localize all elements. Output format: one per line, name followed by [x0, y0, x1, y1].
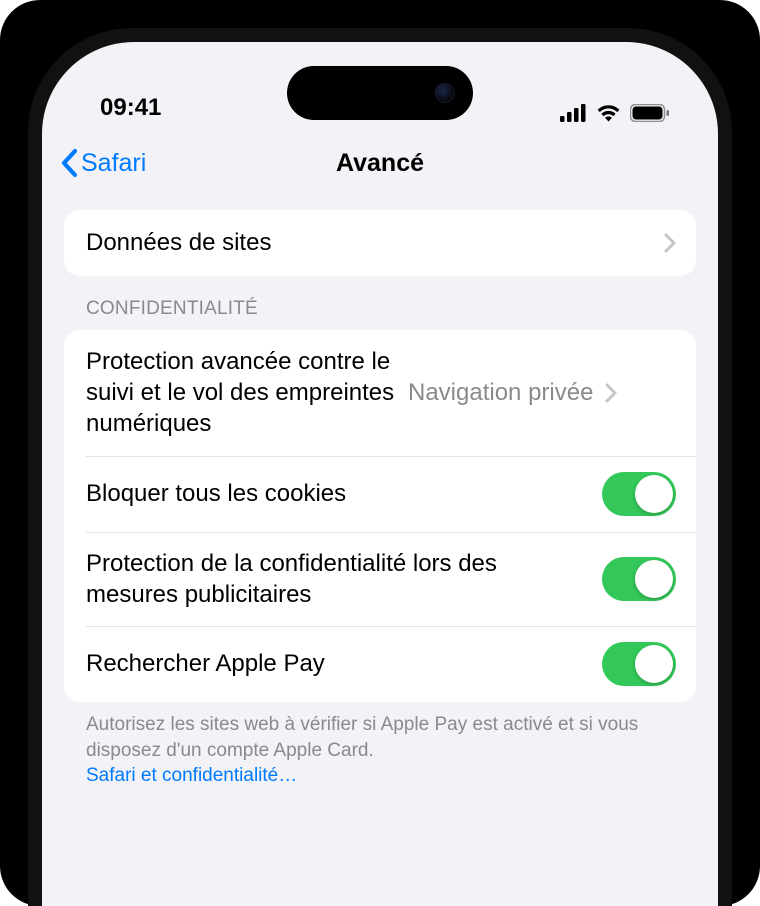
status-time: 09:41	[100, 94, 161, 122]
site-data-label: Données de sites	[86, 227, 652, 258]
screen: 09:41 Safari Avancé Données de sites	[42, 42, 718, 906]
block-cookies-label: Bloquer tous les cookies	[86, 478, 590, 509]
back-button[interactable]: Safari	[60, 148, 146, 178]
advanced-tracking-row[interactable]: Protection avancée contre le suivi et le…	[64, 330, 696, 456]
site-data-row[interactable]: Données de sites	[64, 210, 696, 276]
group-site-data: Données de sites	[64, 210, 696, 276]
ad-measurement-label: Protection de la confidentialité lors de…	[86, 548, 590, 610]
cellular-icon	[560, 104, 587, 122]
device-frame: 09:41 Safari Avancé Données de sites	[0, 0, 760, 906]
group-privacy: Protection avancée contre le suivi et le…	[64, 330, 696, 702]
back-label: Safari	[81, 149, 146, 178]
chevron-right-icon	[605, 383, 617, 403]
privacy-header: Confidentialité	[64, 276, 696, 330]
apple-pay-toggle[interactable]	[602, 642, 676, 686]
navigation-bar: Safari Avancé	[42, 132, 718, 194]
chevron-left-icon	[60, 148, 79, 178]
device-bezel: 09:41 Safari Avancé Données de sites	[28, 28, 732, 906]
chevron-right-icon	[664, 233, 676, 253]
apple-pay-row: Rechercher Apple Pay	[64, 626, 696, 702]
privacy-footer: Autorisez les sites web à vérifier si Ap…	[64, 702, 696, 789]
wifi-icon	[596, 104, 621, 122]
status-right	[560, 104, 670, 122]
advanced-tracking-value: Navigation privée	[408, 379, 593, 407]
block-cookies-toggle[interactable]	[602, 472, 676, 516]
privacy-footer-link[interactable]: Safari et confidentialité…	[86, 765, 297, 786]
apple-pay-label: Rechercher Apple Pay	[86, 648, 590, 679]
front-camera-icon	[435, 83, 455, 103]
privacy-footer-text: Autorisez les sites web à vérifier si Ap…	[86, 714, 638, 761]
battery-icon	[630, 104, 670, 122]
advanced-tracking-label: Protection avancée contre le suivi et le…	[86, 346, 396, 440]
dynamic-island	[287, 66, 473, 120]
ad-measurement-row: Protection de la confidentialité lors de…	[64, 532, 696, 626]
ad-measurement-toggle[interactable]	[602, 557, 676, 601]
block-cookies-row: Bloquer tous les cookies	[64, 456, 696, 532]
content-area: Données de sites Confidentialité Protect…	[42, 194, 718, 789]
page-title: Avancé	[336, 149, 424, 178]
